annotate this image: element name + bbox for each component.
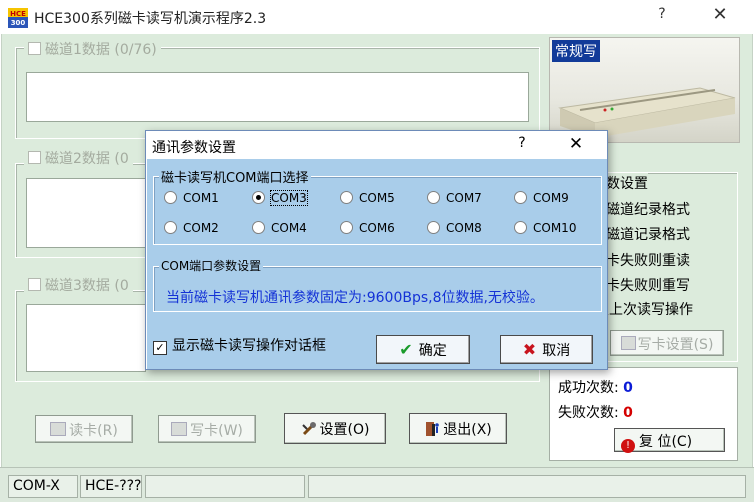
title-bar: HCE 300 HCE300系列磁卡读写机演示程序2.3 ? ✕ (0, 0, 754, 34)
radio-com3[interactable]: COM3 (252, 190, 308, 206)
track2-caption[interactable]: 磁道2数据 (0 (24, 148, 133, 168)
card-reader-image: 常规写 (549, 37, 740, 143)
cancel-label: 取消 (542, 343, 571, 359)
track1-data-field[interactable] (26, 72, 529, 122)
radio-com5[interactable]: COM5 (340, 191, 395, 205)
status-blank-2 (308, 475, 746, 498)
help-button[interactable]: ? (650, 6, 674, 28)
comm-param-info: 当前磁卡读写机通讯参数固定为:9600Bps,8位数据,无校验。 (166, 290, 544, 306)
svg-text:HCE: HCE (10, 10, 26, 18)
show-dialog-label: 显示磁卡读写操作对话框 (172, 338, 326, 354)
fail-count-label: 失败次数: (558, 405, 619, 421)
exit-label: 退出(X) (443, 422, 492, 438)
port-group-label: 磁卡读写机COM端口选择 (159, 167, 311, 186)
x-icon: ✖ (522, 340, 537, 359)
status-blank-1 (145, 475, 305, 498)
param-group-label: COM端口参数设置 (159, 257, 264, 274)
settings-button[interactable]: 设置(O) (284, 413, 386, 444)
settings-label: 设置(O) (319, 422, 370, 438)
fail-count-value: 0 (623, 405, 633, 421)
track1-label: 磁道1数据 (0/76) (45, 42, 157, 58)
radio-com4[interactable]: COM4 (252, 221, 307, 235)
window-title: HCE300系列磁卡读写机演示程序2.3 (34, 11, 267, 27)
status-bar: COM-X HCE-??? (0, 467, 754, 502)
track2-checkbox[interactable] (28, 151, 41, 164)
status-port: COM-X (8, 475, 78, 498)
close-button[interactable]: ✕ (706, 4, 734, 30)
dialog-help-button[interactable]: ? (512, 135, 532, 151)
track2-label: 磁道2数据 (0 (45, 151, 129, 167)
write-card-button[interactable]: 写卡(W) (158, 415, 256, 443)
ok-label: 确定 (418, 343, 447, 359)
success-count-value: 0 (623, 380, 633, 396)
radio-com6[interactable]: COM6 (340, 221, 395, 235)
option-track-format-1[interactable]: 磁道纪录格式 (606, 199, 690, 219)
write-settings-label: 写卡设置(S) (637, 337, 714, 353)
write-card-icon (171, 422, 188, 436)
ok-button[interactable]: ✔ 确定 (376, 335, 470, 364)
radio-com10[interactable]: COM10 (514, 221, 576, 235)
write-settings-button[interactable]: 写卡设置(S) (610, 330, 724, 356)
radio-com2[interactable]: COM2 (164, 221, 219, 235)
cancel-button[interactable]: ✖ 取消 (500, 335, 593, 364)
write-settings-icon (620, 336, 636, 350)
reset-button[interactable]: ! 复 位(C) (614, 428, 725, 453)
dialog-title: 通讯参数设置 (152, 140, 236, 156)
radio-com9[interactable]: COM9 (514, 191, 569, 205)
option-track-format-2[interactable]: 磁道记录格式 (606, 224, 690, 244)
reset-label: 复 位(C) (639, 434, 693, 450)
svg-text:300: 300 (11, 19, 26, 27)
comm-settings-dialog: 通讯参数设置 ? ✕ 磁卡读写机COM端口选择 COM1 COM3 COM5 C… (145, 130, 608, 370)
radio-com7[interactable]: COM7 (427, 191, 482, 205)
radio-com8[interactable]: COM8 (427, 221, 482, 235)
track3-label: 磁道3数据 (0 (45, 278, 129, 294)
read-card-button[interactable]: 读卡(R) (35, 415, 133, 443)
track2-data-field[interactable] (26, 178, 146, 248)
option-repeat-last[interactable]: 复上次读写操作 (595, 299, 693, 319)
check-icon: ✔ (399, 340, 413, 359)
track3-data-field[interactable] (26, 304, 146, 372)
app-logo-icon: HCE 300 (8, 8, 28, 28)
success-count-label: 成功次数: (558, 380, 619, 396)
read-card-label: 读卡(R) (69, 423, 118, 439)
counter-panel: 成功次数: 0 失败次数: 0 ! 复 位(C) (549, 367, 738, 461)
success-count-row: 成功次数: 0 (558, 377, 633, 397)
exit-button[interactable]: 退出(X) (409, 413, 507, 444)
radio-com1[interactable]: COM1 (164, 191, 219, 205)
option-reread-on-fail[interactable]: 卡失败则重读 (606, 250, 690, 270)
options-group-label: 数设置 (606, 173, 648, 193)
status-model: HCE-??? (80, 475, 142, 498)
track3-checkbox[interactable] (28, 278, 41, 291)
track1-checkbox[interactable] (28, 42, 41, 55)
write-card-label: 写卡(W) (190, 423, 243, 439)
dialog-body: 磁卡读写机COM端口选择 COM1 COM3 COM5 COM7 COM9 CO… (147, 159, 607, 369)
read-card-icon (50, 422, 67, 436)
option-rewrite-on-fail[interactable]: 卡失败则重写 (606, 275, 690, 295)
fail-count-row: 失败次数: 0 (558, 402, 633, 422)
track3-caption[interactable]: 磁道3数据 (0 (24, 275, 133, 295)
exit-door-icon (424, 421, 440, 437)
show-dialog-checkbox[interactable]: ✓ 显示磁卡读写操作对话框 (153, 335, 326, 355)
reset-icon: ! (621, 439, 635, 453)
track1-caption[interactable]: 磁道1数据 (0/76) (24, 39, 161, 59)
checkbox-check-icon: ✓ (153, 341, 167, 355)
dialog-close-button[interactable]: ✕ (564, 134, 588, 154)
tools-icon (301, 421, 317, 437)
